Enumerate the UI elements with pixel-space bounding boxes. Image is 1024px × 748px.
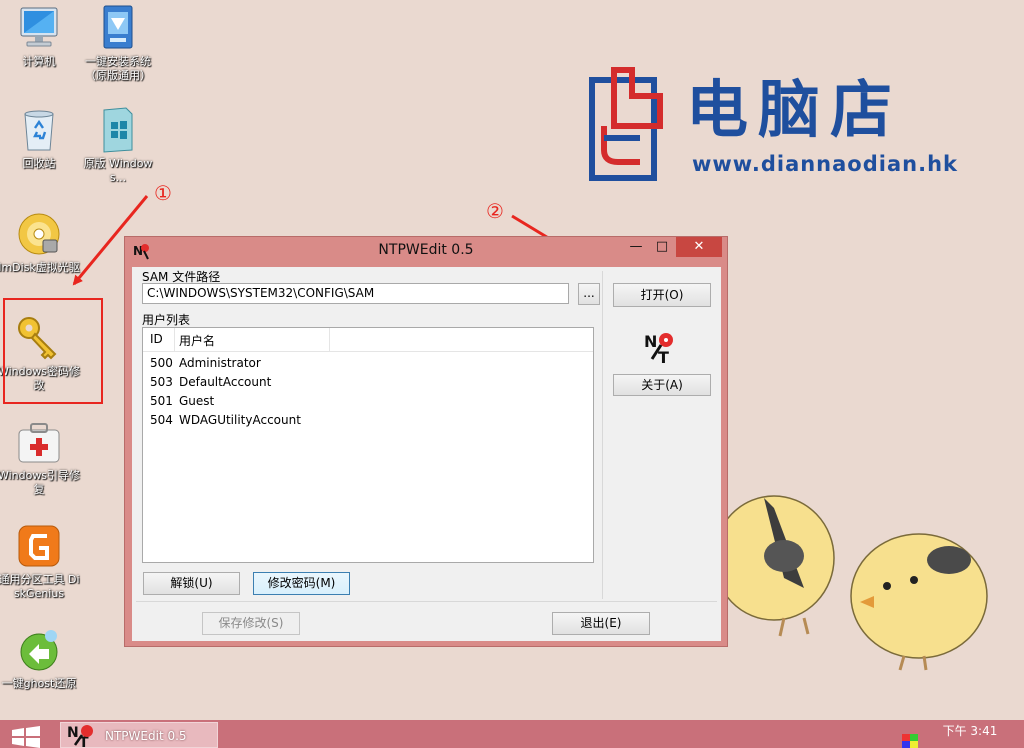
desktop-icon-installer[interactable]: 一键安装系统（原版通用） (76, 4, 160, 83)
desktop-icon-recycle-bin[interactable]: 回收站 (0, 106, 81, 171)
desktop-icon-boot-repair[interactable]: Windows引导修复 (0, 418, 81, 497)
desktop-icon-computer[interactable]: 计算机 (0, 4, 81, 69)
desktop-icon-windows-installer[interactable]: 原版 Windows... (76, 106, 160, 185)
desktop-icon-label: 原版 Windows... (83, 157, 153, 184)
user-row[interactable]: 501 Guest (143, 392, 593, 411)
column-header-username[interactable]: 用户名 (179, 332, 215, 349)
window-client-area: SAM 文件路径 C:\WINDOWS\SYSTEM32\CONFIG\SAM … (132, 267, 721, 641)
taskbar-item-ntpwedit[interactable]: N T NTPWEdit 0.5 (60, 722, 218, 748)
installer-icon (94, 4, 142, 52)
taskbar: N T NTPWEdit 0.5 下午 3:41 (0, 720, 1024, 748)
annotation-step1: ① (154, 181, 172, 205)
user-name: DefaultAccount (179, 375, 272, 389)
user-list[interactable]: ID 用户名 500 Administrator 503 DefaultAcco… (142, 327, 594, 563)
desktop-icon-label: 通用分区工具 DiskGenius (0, 573, 80, 600)
svg-text:N: N (644, 332, 657, 351)
desktop-icon-label: 计算机 (22, 55, 56, 68)
about-button[interactable]: 关于(A) (613, 374, 711, 396)
horizontal-divider (136, 601, 717, 602)
close-button[interactable]: ✕ (676, 237, 722, 257)
user-row[interactable]: 500 Administrator (143, 354, 593, 373)
taskbar-clock[interactable]: 下午 3:41 (940, 724, 1000, 738)
browse-button[interactable]: ... (578, 283, 600, 305)
tray-color-icon[interactable] (902, 734, 918, 748)
ghost-restore-icon (15, 626, 63, 674)
brand-title: 电脑店 (686, 73, 903, 146)
vertical-divider (602, 271, 603, 599)
desktop-icon-label: ImDisk虚拟光驱 (0, 261, 80, 274)
computer-icon (15, 4, 63, 52)
desktop-icon-ghost-restore[interactable]: 一键ghost还原 (0, 626, 81, 691)
chicks-illustration (724, 495, 988, 671)
desktop-icon-password-tool[interactable]: Windows密码修改 (0, 314, 81, 393)
recycle-bin-icon (15, 106, 63, 154)
minimize-button[interactable]: — (623, 237, 649, 257)
virtual-drive-icon (15, 210, 63, 258)
windows-start-icon[interactable] (10, 726, 44, 748)
open-button[interactable]: 打开(O) (613, 283, 711, 307)
key-icon (15, 314, 63, 362)
diskgenius-icon (15, 522, 63, 570)
column-separator (174, 328, 175, 351)
user-list-header: ID 用户名 (143, 328, 593, 352)
brand-logo: 电脑店 www.diannaodian.hk (574, 66, 964, 184)
annotation-step2: ② (486, 199, 504, 223)
column-header-id[interactable]: ID (150, 332, 163, 346)
unlock-button[interactable]: 解锁(U) (143, 572, 240, 595)
desktop-icon-diskgenius[interactable]: 通用分区工具 DiskGenius (0, 522, 81, 601)
window-titlebar[interactable]: N NTPWEdit 0.5 — □ ✕ (125, 237, 727, 263)
change-password-button[interactable]: 修改密码(M) (253, 572, 350, 595)
ntpwedit-logo-icon: N T (644, 332, 673, 365)
column-separator (329, 328, 330, 351)
user-id: 501 (150, 394, 173, 408)
user-name: WDAGUtilityAccount (179, 413, 301, 427)
ntpwedit-window: N NTPWEdit 0.5 — □ ✕ SAM 文件路径 C:\WINDOWS… (124, 236, 728, 647)
windows-installer-icon (94, 106, 142, 154)
user-name: Guest (179, 394, 215, 408)
user-row[interactable]: 504 WDAGUtilityAccount (143, 411, 593, 430)
desktop-icon-imdisk[interactable]: ImDisk虚拟光驱 (0, 210, 81, 275)
user-row[interactable]: 503 DefaultAccount (143, 373, 593, 392)
user-name: Administrator (179, 356, 261, 370)
desktop-icon-label: Windows密码修改 (0, 365, 81, 392)
svg-text:T: T (658, 348, 669, 365)
user-id: 503 (150, 375, 173, 389)
taskbar-item-label: NTPWEdit 0.5 (105, 729, 187, 743)
sam-path-input[interactable]: C:\WINDOWS\SYSTEM32\CONFIG\SAM (142, 283, 569, 304)
desktop-icon-label: 一键安装系统（原版通用） (85, 55, 151, 82)
boot-repair-icon (15, 418, 63, 466)
desktop-icon-label: 一键ghost还原 (1, 677, 77, 690)
user-list-label: 用户列表 (142, 313, 191, 327)
user-id: 500 (150, 356, 173, 370)
brand-url: www.diannaodian.hk (692, 152, 958, 176)
ntpwedit-taskbar-icon: N T (67, 725, 93, 747)
brand-emblem-icon (589, 67, 663, 181)
save-changes-button[interactable]: 保存修改(S) (202, 612, 300, 635)
desktop-icon-label: Windows引导修复 (0, 469, 81, 496)
exit-button[interactable]: 退出(E) (552, 612, 650, 635)
svg-text:N: N (67, 725, 79, 741)
desktop-icon-label: 回收站 (22, 157, 56, 170)
maximize-button[interactable]: □ (649, 237, 675, 257)
user-id: 504 (150, 413, 173, 427)
